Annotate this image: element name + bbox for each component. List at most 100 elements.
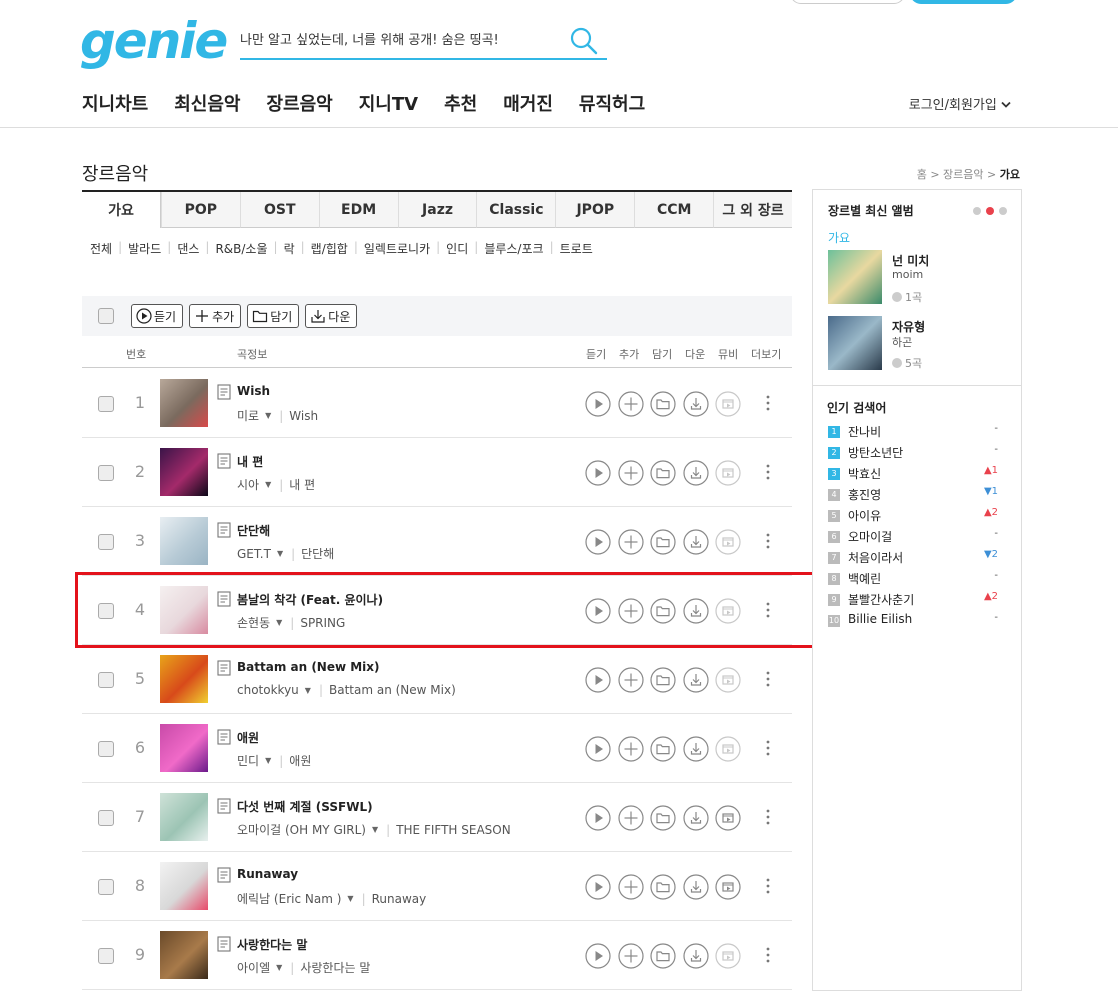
download-button-icon[interactable] [683, 736, 709, 762]
music-video-button-icon[interactable] [715, 667, 741, 693]
genie-logo[interactable]: genie [80, 12, 228, 70]
add-button-icon[interactable] [617, 667, 644, 693]
subgenre-item[interactable]: 인디 [446, 240, 468, 257]
tab[interactable]: Jazz [397, 192, 477, 228]
lyrics-icon[interactable] [217, 798, 231, 814]
subgenre-item[interactable]: 발라드 [128, 240, 161, 257]
nav-item[interactable]: 최신음악 [174, 90, 240, 116]
artist-dropdown-icon[interactable]: ▼ [265, 480, 271, 489]
song-artist[interactable]: GET.T [237, 547, 271, 561]
music-video-button-icon[interactable] [715, 874, 741, 900]
breadcrumb-home[interactable]: 홈 [917, 168, 927, 181]
song-title[interactable]: 사랑한다는 말 [237, 936, 307, 953]
song-row[interactable]: 4 봄날의 착각 (Feat. 윤이나) 손현동 ▼ | SPRING [82, 576, 792, 645]
song-title[interactable]: 내 편 [237, 453, 263, 470]
keyword-text[interactable]: 아이유 [848, 507, 881, 524]
subgenre-item[interactable]: 락 [284, 240, 295, 257]
song-row[interactable]: 1 Wish 미로 ▼ | Wish [82, 369, 792, 438]
artist-dropdown-icon[interactable]: ▼ [305, 686, 311, 695]
album-cover[interactable] [160, 586, 208, 634]
song-title[interactable]: Wish [237, 384, 270, 398]
nav-item[interactable]: 추천 [444, 90, 477, 116]
add-selected-button[interactable]: 추가 [189, 304, 242, 328]
play-button-icon[interactable] [585, 943, 611, 969]
add-button-icon[interactable] [617, 460, 644, 486]
song-checkbox[interactable] [98, 879, 114, 895]
tab[interactable]: CCM [634, 192, 714, 228]
play-button-icon[interactable] [585, 805, 611, 831]
song-checkbox[interactable] [98, 672, 114, 688]
subgenre-item[interactable]: 블루스/포크 [484, 240, 543, 257]
play-button-icon[interactable] [585, 460, 611, 486]
song-artist[interactable]: 오마이걸 (OH MY GIRL) [237, 821, 366, 838]
tab[interactable]: JPOP [555, 192, 635, 228]
keyword-item[interactable]: 3 박효신 ▲1 [828, 465, 998, 485]
song-checkbox[interactable] [98, 810, 114, 826]
music-video-button-icon[interactable] [715, 736, 741, 762]
latest-album-item[interactable]: 넌 미치 moim 1곡 [828, 250, 1008, 306]
keyword-text[interactable]: 처음이라서 [848, 549, 903, 566]
nav-item[interactable]: 장르음악 [267, 90, 333, 116]
album-cover[interactable] [160, 793, 208, 841]
music-video-button-icon[interactable] [715, 805, 741, 831]
add-button-icon[interactable] [617, 736, 644, 762]
play-selected-button[interactable]: 듣기 [131, 304, 184, 328]
keyword-item[interactable]: 5 아이유 ▲2 [828, 507, 998, 527]
subgenre-item[interactable]: R&B/소울 [215, 240, 267, 257]
song-title[interactable]: 다섯 번째 계절 (SSFWL) [237, 798, 373, 815]
lyrics-icon[interactable] [217, 384, 231, 400]
song-album[interactable]: THE FIFTH SEASON [396, 823, 511, 837]
song-row[interactable]: 9 사랑한다는 말 아이엘 ▼ | 사랑한다는 말 [82, 921, 792, 990]
nav-item[interactable]: 뮤직허그 [579, 90, 645, 116]
save-button-icon[interactable] [650, 805, 676, 831]
subgenre-item[interactable]: 전체 [90, 240, 112, 257]
keyword-item[interactable]: 9 볼빨간사춘기 ▲2 [828, 591, 998, 611]
download-button-icon[interactable] [683, 874, 709, 900]
add-button-icon[interactable] [617, 391, 644, 417]
keyword-text[interactable]: 홍진영 [848, 486, 881, 503]
latest-albums-genre[interactable]: 가요 [828, 229, 850, 246]
music-video-button-icon[interactable] [715, 391, 741, 417]
song-checkbox[interactable] [98, 603, 114, 619]
album-cover[interactable] [160, 448, 208, 496]
song-album[interactable]: 애원 [289, 752, 311, 769]
keyword-text[interactable]: 박효신 [848, 465, 881, 482]
save-button-icon[interactable] [650, 529, 676, 555]
artist-dropdown-icon[interactable]: ▼ [277, 549, 283, 558]
keyword-item[interactable]: 4 홍진영 ▼1 [828, 486, 998, 506]
save-button-icon[interactable] [650, 874, 676, 900]
lyrics-icon[interactable] [217, 660, 231, 676]
lyrics-icon[interactable] [217, 453, 231, 469]
song-album[interactable]: SPRING [300, 616, 345, 630]
download-button-icon[interactable] [683, 529, 709, 555]
song-row[interactable]: 2내 편 시아 ▼ | 내 편 [82, 438, 792, 507]
keyword-item[interactable]: 2 방탄소년단 - [828, 444, 998, 464]
song-title[interactable]: 봄날의 착각 (Feat. 윤이나) [237, 591, 383, 608]
top-utility-button[interactable] [790, 0, 905, 4]
more-options-icon[interactable] [766, 531, 770, 551]
music-video-button-icon[interactable] [715, 460, 741, 486]
lyrics-icon[interactable] [217, 936, 231, 952]
add-button-icon[interactable] [617, 529, 644, 555]
album-cover[interactable] [160, 724, 208, 772]
song-row[interactable]: 8 Runaway 에릭남 (Eric Nam ) ▼ | Runaway [82, 852, 792, 921]
album-cover[interactable] [160, 931, 208, 979]
keyword-text[interactable]: 방탄소년단 [848, 444, 903, 461]
song-artist[interactable]: 아이엘 [237, 959, 270, 976]
music-video-button-icon[interactable] [715, 598, 741, 624]
save-selected-button[interactable]: 담기 [247, 304, 300, 328]
download-button-icon[interactable] [683, 943, 709, 969]
song-checkbox[interactable] [98, 465, 114, 481]
song-artist[interactable]: chotokkyu [237, 683, 299, 697]
artist-dropdown-icon[interactable]: ▼ [276, 963, 282, 972]
song-row[interactable]: 5 Battam an (New Mix) chotokkyu ▼ | Battam an… [82, 645, 792, 714]
song-album[interactable]: Battam an (New Mix) [329, 683, 456, 697]
more-options-icon[interactable] [766, 600, 770, 620]
tab[interactable]: EDM [318, 192, 398, 228]
song-title[interactable]: Runaway [237, 867, 298, 881]
tab[interactable]: Classic [476, 192, 556, 228]
top-utility-button-primary[interactable] [910, 0, 1017, 4]
breadcrumb-genre[interactable]: 장르음악 [943, 168, 983, 181]
more-options-icon[interactable] [766, 462, 770, 482]
search-icon[interactable] [569, 26, 599, 56]
